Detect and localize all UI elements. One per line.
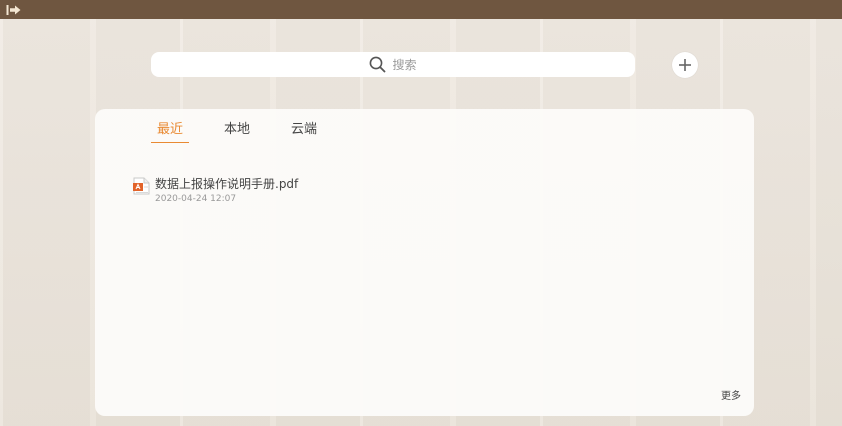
more-link[interactable]: 更多	[721, 387, 741, 402]
top-bar	[0, 0, 842, 19]
search-icon	[370, 56, 386, 73]
add-button[interactable]	[672, 52, 698, 78]
exit-button[interactable]	[4, 2, 24, 17]
tab-bar: 最近 本地 云端	[150, 121, 354, 143]
plus-icon	[679, 59, 691, 71]
search-placeholder: 搜索	[392, 58, 417, 72]
pdf-file-icon	[133, 177, 150, 195]
files-panel: 最近 本地 云端 数据上报操作说明手册.pdf 2020-04-24 12:07…	[95, 109, 754, 416]
recent-file-item[interactable]: 数据上报操作说明手册.pdf 2020-04-24 12:07	[131, 175, 391, 207]
file-name: 数据上报操作说明手册.pdf	[155, 177, 299, 191]
file-time: 2020-04-24 12:07	[155, 194, 237, 204]
tab-cloud[interactable]: 云端	[287, 121, 321, 143]
exit-arrow-icon	[6, 4, 21, 15]
search-bar[interactable]: 搜索	[151, 52, 635, 77]
tab-local[interactable]: 本地	[220, 121, 254, 143]
tab-recent[interactable]: 最近	[150, 121, 190, 143]
